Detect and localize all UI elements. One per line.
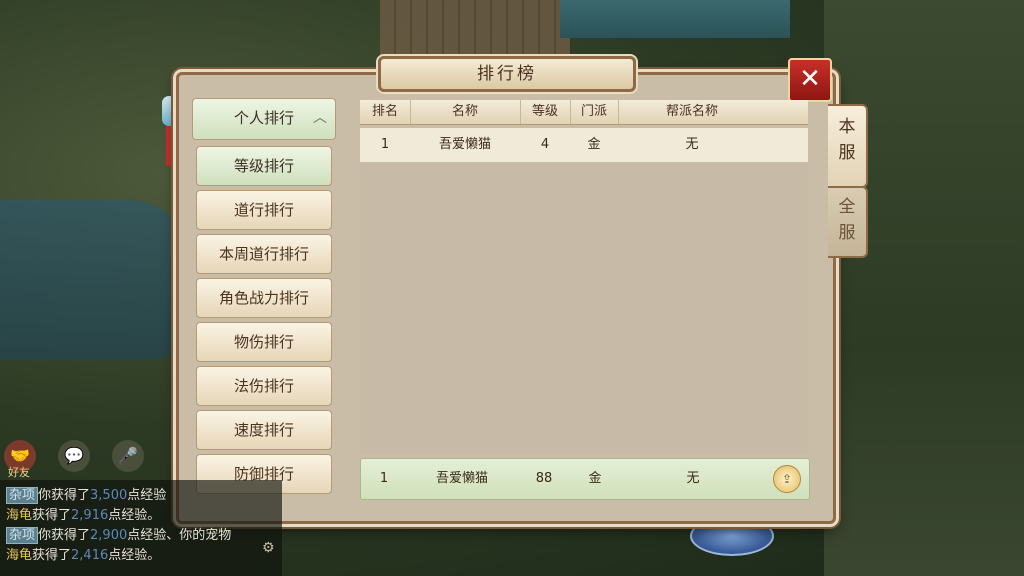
menu-header-personal[interactable]: 个人排行 ︿: [192, 98, 336, 140]
chat-line: 海龟获得了2,416点经验。: [6, 544, 160, 563]
tab-all-servers-char-2: 服: [838, 223, 856, 243]
chat-bubble-icon[interactable]: 💬: [58, 440, 90, 472]
panel-title: 排行榜: [378, 56, 636, 92]
share-icon[interactable]: ⇪: [773, 465, 801, 493]
cell-guild: 无: [685, 137, 699, 152]
chat-number: 2,416: [71, 548, 109, 563]
tassel-ornament: [166, 126, 172, 166]
microphone-icon[interactable]: 🎤: [112, 440, 144, 472]
chat-number: 2,916: [71, 508, 109, 523]
my-level: 88: [535, 471, 553, 486]
background-water: [0, 200, 190, 360]
chat-tag: 海龟: [6, 548, 33, 563]
chat-text: 你获得了: [38, 528, 91, 543]
cell-rank: 1: [380, 137, 390, 152]
chat-line: 杂项 你获得了3,500点经验: [6, 484, 167, 504]
chat-text: 获得了: [32, 548, 72, 563]
column-header-name: 名称: [410, 100, 521, 124]
table-row[interactable]: 1 吾爱懒猫 4 金 无: [360, 128, 808, 162]
cell-school: 金: [587, 137, 601, 152]
ranking-table: 排名 名称 等级 门派 帮派名称 1 吾爱懒猫 4 金 无 1 吾爱懒猫 88 …: [360, 100, 810, 500]
menu-item-magic-damage[interactable]: 法伤排行: [196, 366, 332, 406]
chevron-up-icon: ︿: [313, 110, 327, 126]
friends-label: 好友: [8, 466, 30, 479]
chat-text: 获得了: [32, 508, 72, 523]
chat-tag: 杂项: [6, 487, 39, 504]
cell-name: 吾爱懒猫: [438, 137, 491, 152]
table-empty-area: [360, 164, 808, 454]
menu-item-physical-damage[interactable]: 物伤排行: [196, 322, 332, 362]
menu-item-combat-power[interactable]: 角色战力排行: [196, 278, 332, 318]
background-dock: [380, 0, 570, 60]
column-header-school: 门派: [570, 100, 619, 124]
chat-text: 你获得了: [38, 488, 91, 503]
menu-item-level[interactable]: 等级排行: [196, 146, 332, 186]
chat-tag: 海龟: [6, 508, 33, 523]
chat-number: 3,500: [90, 488, 128, 503]
menu-item-daoxing[interactable]: 道行排行: [196, 190, 332, 230]
menu-header-label: 个人排行: [233, 109, 294, 127]
tab-all-servers[interactable]: 全 服: [828, 186, 868, 258]
column-header-rank: 排名: [360, 100, 411, 124]
my-guild: 无: [686, 471, 700, 486]
background-foliage: [824, 0, 1024, 576]
my-school: 金: [588, 471, 602, 486]
chat-text: 点经验: [127, 488, 167, 503]
column-header-level: 等级: [520, 100, 571, 124]
tab-this-server-char-2: 服: [838, 143, 856, 163]
gear-icon[interactable]: ⚙: [262, 540, 275, 556]
tab-this-server-char-1: 本: [838, 117, 856, 137]
my-rank-row: 1 吾爱懒猫 88 金 无 ⇪: [360, 458, 810, 500]
my-rank: 1: [379, 471, 389, 486]
close-button[interactable]: ✕: [788, 58, 832, 102]
menu-item-weekly-daoxing[interactable]: 本周道行排行: [196, 234, 332, 274]
chat-number: 2,900: [90, 528, 128, 543]
chat-tag: 杂项: [6, 527, 39, 544]
menu-item-speed[interactable]: 速度排行: [196, 410, 332, 450]
column-header-guild: 帮派名称: [665, 104, 718, 119]
gourd-ornament-icon: [162, 96, 176, 126]
chat-line: 杂项 你获得了2,900点经验、你的宠物: [6, 524, 232, 544]
chat-line: 海龟获得了2,916点经验。: [6, 504, 160, 523]
tab-all-servers-char-1: 全: [838, 197, 856, 217]
chat-text: 点经验。: [108, 508, 161, 523]
cell-level: 4: [540, 137, 550, 152]
table-header: 排名 名称 等级 门派 帮派名称: [360, 100, 808, 125]
chat-log[interactable]: 杂项 你获得了3,500点经验 海龟获得了2,916点经验。 杂项 你获得了2,90…: [0, 480, 282, 576]
chat-text: 点经验、你的宠物: [127, 528, 232, 543]
tab-this-server[interactable]: 本 服: [828, 104, 868, 188]
background-pond: [560, 0, 790, 38]
my-name: 吾爱懒猫: [435, 471, 488, 486]
chat-text: 点经验。: [108, 548, 161, 563]
